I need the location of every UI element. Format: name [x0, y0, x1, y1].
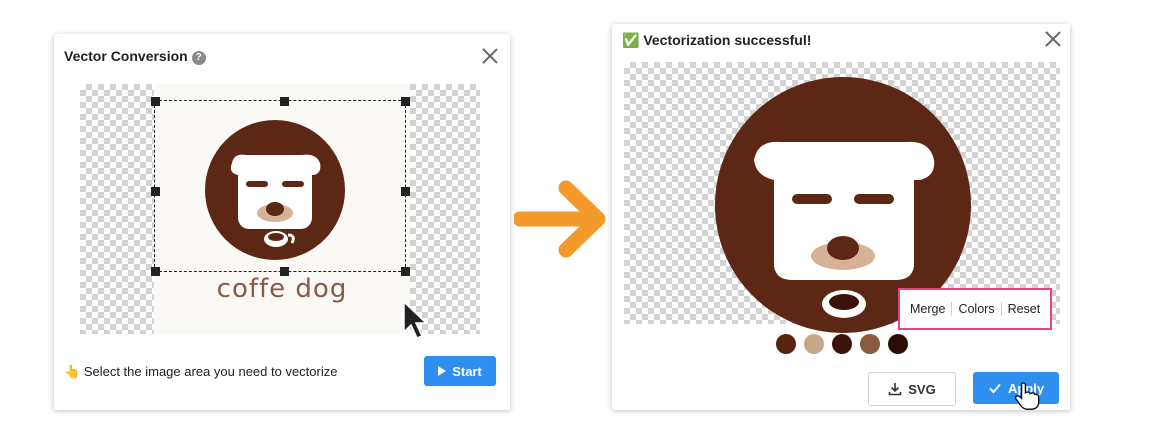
color-swatch[interactable]	[860, 334, 880, 354]
resize-handle[interactable]	[401, 267, 410, 276]
color-swatch[interactable]	[832, 334, 852, 354]
help-icon[interactable]: ?	[191, 51, 206, 65]
resize-handle[interactable]	[151, 97, 160, 106]
colors-button[interactable]: Colors	[952, 302, 1000, 316]
download-svg-button[interactable]: SVG	[868, 372, 956, 406]
color-swatch[interactable]	[804, 334, 824, 354]
edit-tools-group: Merge Colors Reset	[898, 288, 1053, 330]
resize-handle[interactable]	[151, 187, 160, 196]
close-icon[interactable]	[1044, 30, 1062, 48]
dialog-title: Vector Conversion?	[64, 48, 206, 65]
resize-handle[interactable]	[151, 267, 160, 276]
instruction-text: 👆 Select the image area you need to vect…	[64, 364, 338, 379]
play-icon	[438, 366, 447, 376]
download-icon	[888, 383, 902, 396]
color-swatch[interactable]	[888, 334, 908, 354]
merge-button[interactable]: Merge	[904, 302, 951, 316]
start-button[interactable]: Start	[424, 356, 496, 386]
check-icon: ✅	[622, 32, 640, 48]
close-icon[interactable]	[481, 47, 499, 65]
resize-handle[interactable]	[280, 267, 289, 276]
resize-handle[interactable]	[401, 187, 410, 196]
reset-button[interactable]: Reset	[1002, 302, 1047, 316]
vector-conversion-dialog: Vector Conversion? coffe dog 👆 Select th…	[54, 34, 510, 410]
check-mark-icon	[989, 383, 1001, 394]
logo-caption: coffe dog	[216, 274, 348, 304]
selection-box[interactable]	[154, 100, 406, 272]
color-swatch[interactable]	[776, 334, 796, 354]
resize-handle[interactable]	[401, 97, 410, 106]
mouse-cursor-icon	[403, 300, 428, 339]
success-title: ✅ Vectorization successful!	[622, 32, 812, 48]
vectorization-result-dialog: ✅ Vectorization successful! Merge Colors…	[612, 24, 1070, 410]
hand-pointer-icon	[1014, 382, 1040, 410]
resize-handle[interactable]	[280, 97, 289, 106]
arrow-right-icon	[514, 180, 606, 258]
